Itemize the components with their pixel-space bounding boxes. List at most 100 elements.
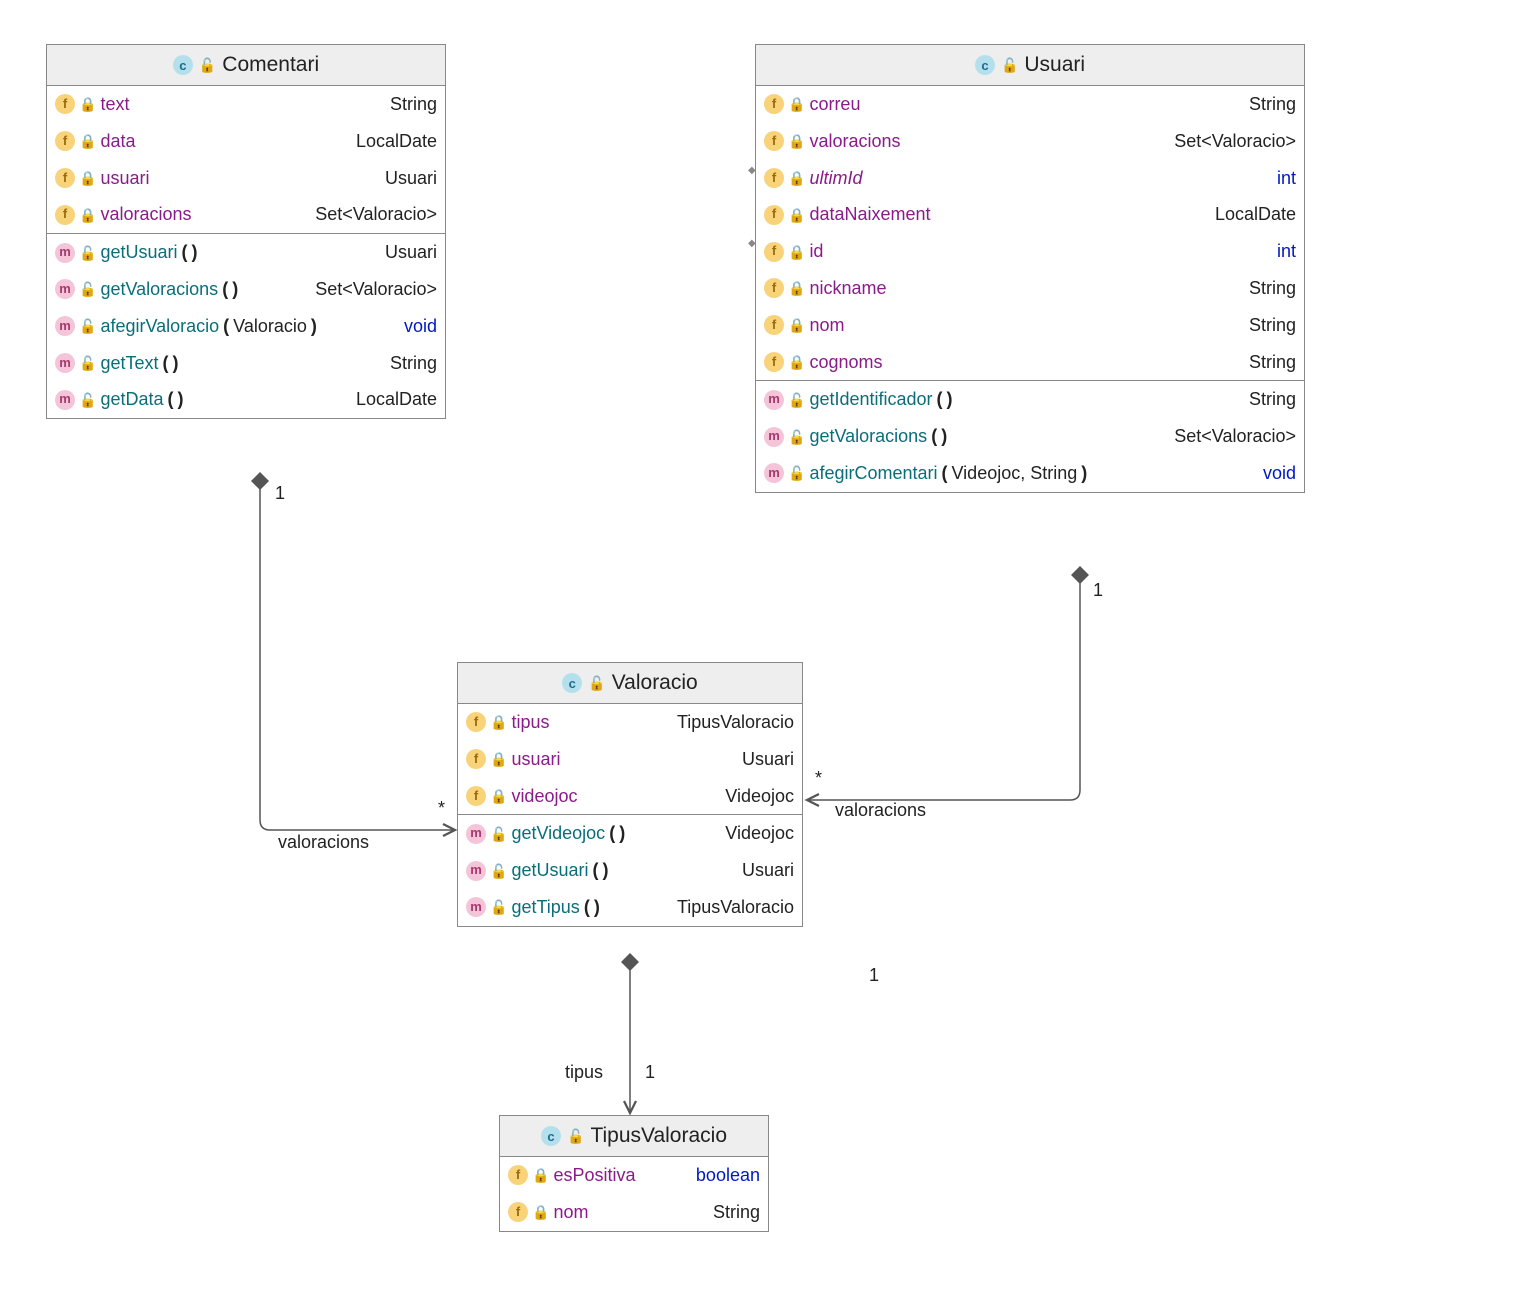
method-name: getUsuari [511,856,588,885]
method-row[interactable]: m🔓getData()LocalDate [47,381,445,418]
public-icon: 🔓 [567,1129,584,1143]
class-icon: c [173,55,193,75]
private-icon: 🔒 [79,171,96,185]
field-icon: f [764,278,784,298]
private-icon: 🔒 [788,171,805,185]
class-header: c 🔓 Comentari [47,45,445,86]
method-name: getVideojoc [511,819,605,848]
field-row[interactable]: f 🔒 correu String [756,86,1304,123]
field-row[interactable]: f🔒nomString [756,307,1304,344]
class-name: Valoracio [612,671,698,695]
field-row[interactable]: f🔒nomString [500,1194,768,1231]
public-icon: 🔓 [79,282,96,296]
public-icon: 🔓 [490,864,507,878]
field-icon: f [55,94,75,114]
method-name: getValoracions [100,275,218,304]
field-name: valoracions [100,200,191,229]
method-row[interactable]: m🔓getVideojoc()Videojoc [458,815,802,852]
field-type: String [1249,274,1296,303]
method-row[interactable]: m🔓getText()String [47,345,445,382]
field-type: String [713,1198,760,1227]
method-row[interactable]: m🔓getIdentificador()String [756,381,1304,418]
field-icon: f [466,749,486,769]
field-name: esPositiva [553,1161,635,1190]
class-icon: c [562,673,582,693]
field-icon: f [764,205,784,225]
field-name: nom [553,1198,588,1227]
field-row[interactable]: ◆f🔒idint [756,233,1304,270]
field-name: cognoms [809,348,882,377]
class-header: c 🔓 Valoracio [458,663,802,704]
field-row[interactable]: f🔒usuariUsuari [458,741,802,778]
field-name: dataNaixement [809,200,930,229]
field-type: String [1249,90,1296,119]
class-name: Usuari [1024,53,1085,77]
class-icon: c [975,55,995,75]
method-icon: m [764,390,784,410]
field-row[interactable]: f🔒valoracionsSet<Valoracio> [756,123,1304,160]
multiplicity-one: 1 [275,483,285,504]
field-row[interactable]: ◆f🔒ultimIdint [756,160,1304,197]
public-icon: 🔓 [490,827,507,841]
method-return: Usuari [385,238,437,267]
field-icon: f [466,712,486,732]
public-icon: 🔓 [79,393,96,407]
field-row[interactable]: f🔒esPositivaboolean [500,1157,768,1194]
field-icon: f [508,1165,528,1185]
field-row[interactable]: f🔒cognomsString [756,344,1304,381]
field-row[interactable]: f🔒textString [47,86,445,123]
class-tipusvaloracio[interactable]: c 🔓 TipusValoracio f🔒esPositivaboolean f… [499,1115,769,1232]
method-name: afegirValoracio [100,312,219,341]
field-row[interactable]: f🔒valoracionsSet<Valoracio> [47,196,445,233]
field-type: LocalDate [1215,200,1296,229]
method-name: getValoracions [809,422,927,451]
private-icon: 🔒 [788,134,805,148]
field-icon: f [764,352,784,372]
method-row[interactable]: m🔓getUsuari()Usuari [458,852,802,889]
public-icon: 🔓 [788,430,805,444]
public-icon: 🔓 [79,319,96,333]
methods-section: m🔓getUsuari()Usuari m🔓getValoracions()Se… [47,234,445,418]
method-return: void [1263,459,1296,488]
field-icon: f [764,94,784,114]
field-row[interactable]: f🔒dataLocalDate [47,123,445,160]
class-comentari[interactable]: c 🔓 Comentari f🔒textString f🔒dataLocalDa… [46,44,446,419]
field-name: usuari [511,745,560,774]
method-row[interactable]: m🔓afegirValoracio(Valoracio)void [47,308,445,345]
private-icon: 🔒 [788,97,805,111]
method-icon: m [466,824,486,844]
role-valoracions: valoracions [835,800,926,821]
method-icon: m [55,279,75,299]
method-row[interactable]: m🔓getTipus()TipusValoracio [458,889,802,926]
field-name: correu [809,90,860,119]
field-row[interactable]: f🔒usuariUsuari [47,160,445,197]
method-return: Videojoc [725,819,794,848]
field-name: data [100,127,135,156]
class-valoracio[interactable]: c 🔓 Valoracio f🔒tipusTipusValoracio f🔒us… [457,662,803,927]
field-type: String [390,90,437,119]
field-row[interactable]: f🔒nicknameString [756,270,1304,307]
method-return: LocalDate [356,385,437,414]
field-row[interactable]: f 🔒 dataNaixement LocalDate [756,196,1304,233]
private-icon: 🔒 [788,208,805,222]
method-row[interactable]: m🔓getUsuari()Usuari [47,234,445,271]
method-return: Set<Valoracio> [315,275,437,304]
method-name: getData [100,385,163,414]
method-row[interactable]: m🔓afegirComentari(Videojoc, String)void [756,455,1304,492]
class-header: c 🔓 Usuari [756,45,1304,86]
multiplicity-many: * [815,768,822,789]
field-name: ultimId [809,164,862,193]
field-icon: f [764,242,784,262]
field-row[interactable]: f🔒videojocVideojoc [458,778,802,815]
method-row[interactable]: m🔓getValoracions()Set<Valoracio> [47,271,445,308]
public-icon: 🔓 [199,58,216,72]
field-row[interactable]: f🔒tipusTipusValoracio [458,704,802,741]
private-icon: 🔒 [532,1205,549,1219]
role-valoracions: valoracions [278,832,369,853]
multiplicity-one: 1 [869,965,879,986]
field-icon: f [764,131,784,151]
class-usuari[interactable]: c 🔓 Usuari f🔒correuString f🔒valoracionsS… [755,44,1305,493]
method-row[interactable]: m🔓getValoracions()Set<Valoracio> [756,418,1304,455]
method-name: afegirComentari [809,459,937,488]
method-return: String [1249,385,1296,414]
